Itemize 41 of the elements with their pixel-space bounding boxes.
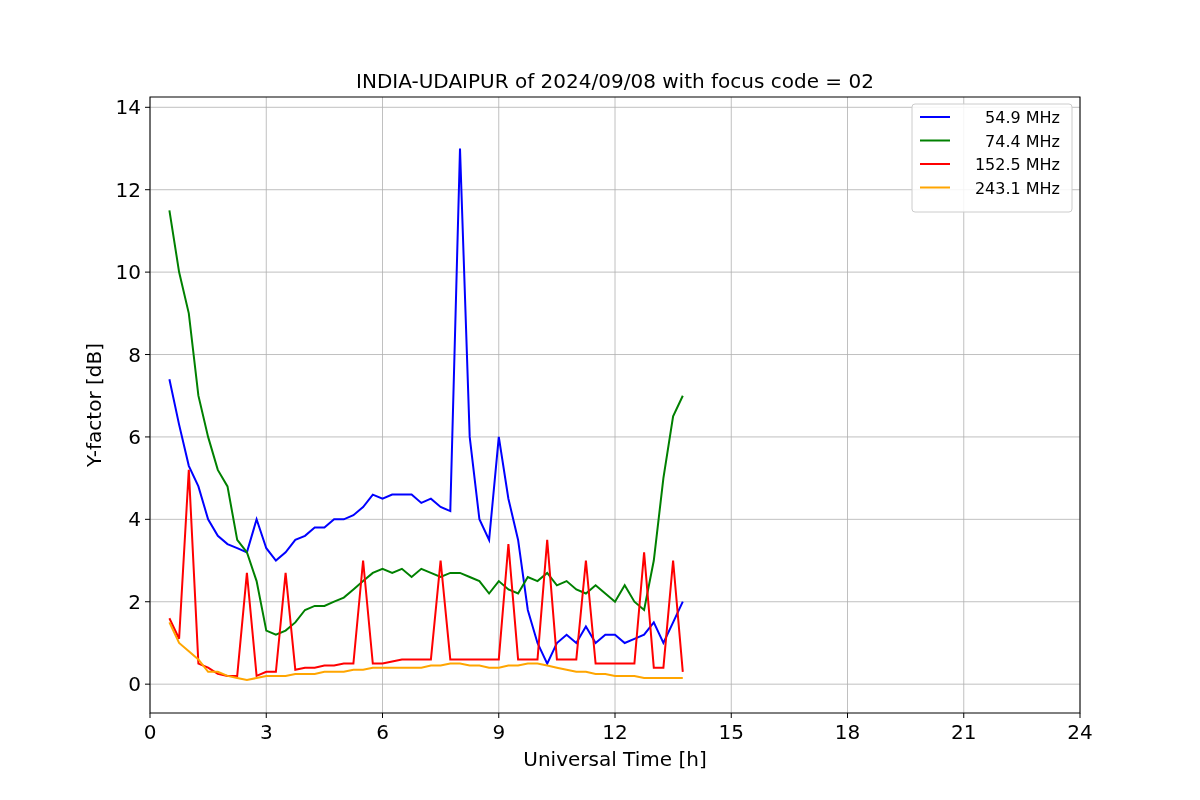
x-tick-mark [265,712,267,719]
x-tick-mark [614,712,616,719]
y-tick-mark [144,436,151,438]
y-tick-mark [144,601,151,603]
y-tick-label: 10 [115,260,141,285]
x-tick-mark [963,712,965,719]
y-tick-mark [144,271,151,273]
legend-label: 152.5 MHz [974,155,1060,174]
x-tick-label: 21 [951,720,977,744]
x-tick-mark [498,712,500,719]
x-tick-label: 24 [1067,720,1093,744]
y-tick-label: 8 [128,342,141,367]
y-tick-mark [144,683,151,685]
x-axis-label: Universal Time [h] [523,747,707,771]
y-tick-mark [144,189,151,191]
x-tick-mark [382,712,383,719]
x-tick-label: 0 [143,720,157,744]
x-tick-label: 9 [492,720,506,744]
y-tick-mark [144,106,151,108]
y-tick-label: 4 [128,507,141,532]
legend-label: 243.1 MHz [974,178,1060,198]
y-tick-label: 2 [128,589,141,614]
x-tick-mark [1079,712,1081,719]
y-tick-label: 14 [115,95,141,120]
x-tick-label: 15 [718,720,744,744]
y-tick-mark [144,354,151,356]
x-tick-label: 3 [259,720,273,744]
legend-label: 54.9 MHz [985,108,1060,127]
x-tick-mark [149,712,151,719]
x-tick-mark [730,712,732,719]
x-tick-label: 6 [376,720,389,744]
y-tick-label: 0 [128,672,141,697]
y-tick-label: 12 [115,177,141,202]
chart-title: INDIA-UDAIPUR of 2024/09/08 with focus code = 02 [356,69,874,93]
legend-label: 74.4 MHz [985,131,1060,151]
x-tick-label: 18 [834,720,861,744]
y-tick-mark [144,518,151,520]
x-tick-label: 12 [602,720,628,744]
y-axis-label: Y-factor [dB] [82,343,106,467]
x-tick-mark [847,712,848,719]
y-tick-label: 6 [128,424,141,449]
